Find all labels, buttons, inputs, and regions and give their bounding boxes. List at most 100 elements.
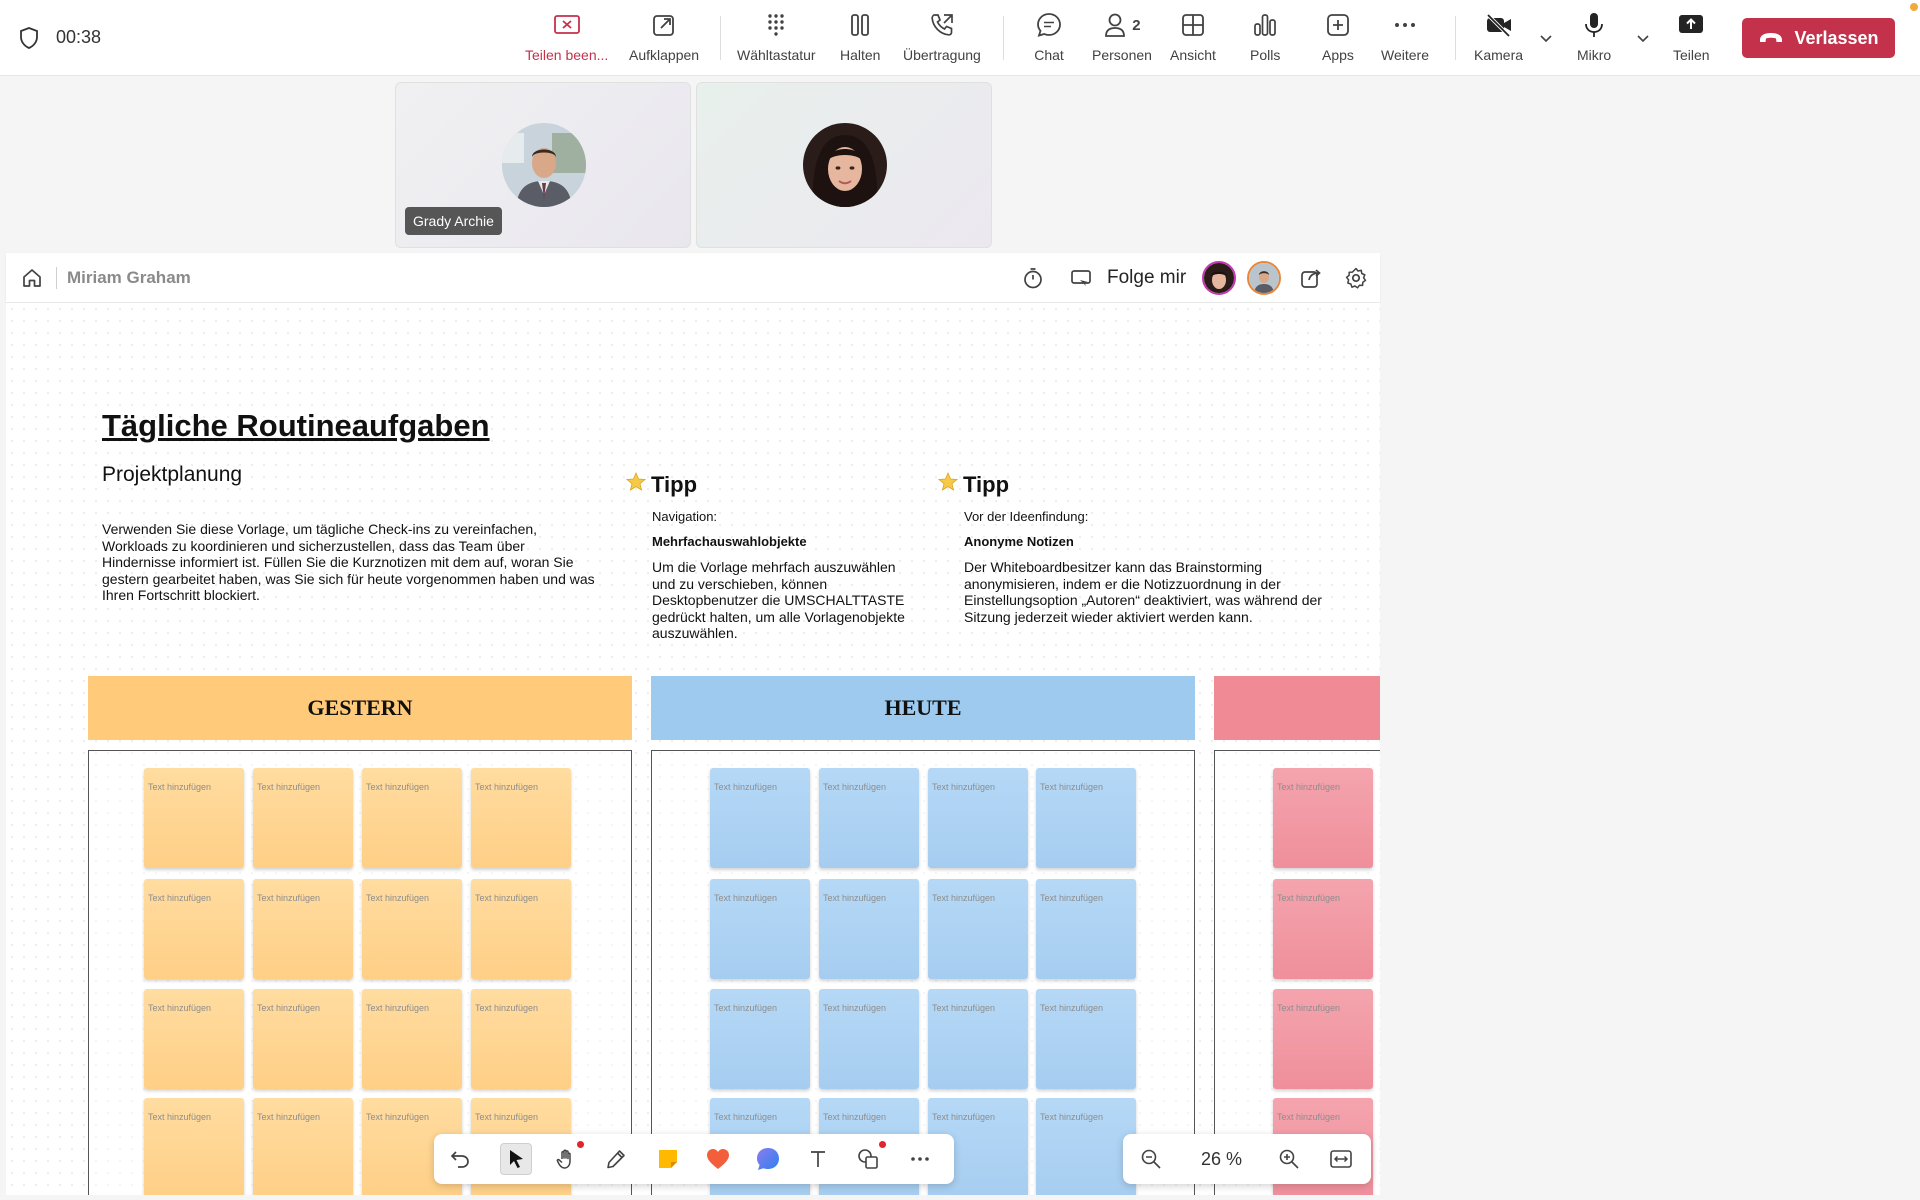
pen-tool[interactable] — [600, 1143, 632, 1175]
zoom-in-button[interactable] — [1273, 1143, 1305, 1175]
leave-call-button[interactable]: Verlassen — [1742, 18, 1895, 58]
more-tools-button[interactable] — [904, 1143, 936, 1175]
zoom-in-icon — [1279, 1149, 1299, 1169]
sticky-note[interactable]: Text hinzufügen — [362, 768, 462, 868]
sticky-note[interactable]: Text hinzufügen — [362, 879, 462, 979]
more-button[interactable]: Weitere — [1381, 10, 1429, 70]
mic-label: Mikro — [1577, 47, 1612, 63]
reaction-tool[interactable] — [702, 1143, 734, 1175]
view-button[interactable]: Ansicht — [1170, 10, 1216, 70]
chat-icon — [1034, 10, 1064, 40]
sticky-note[interactable]: Text hinzufügen — [1036, 879, 1136, 979]
follow-me-button[interactable]: Folge mir — [1107, 267, 1186, 289]
fit-to-screen-button[interactable] — [1325, 1143, 1357, 1175]
avatar[interactable] — [1247, 261, 1281, 295]
whiteboard-toolbar — [434, 1134, 954, 1184]
hang-up-icon — [1760, 33, 1783, 42]
hold-button[interactable]: Halten — [840, 10, 880, 70]
column-header-heute[interactable]: HEUTE — [651, 676, 1195, 740]
sticky-note[interactable]: Text hinzufügen — [144, 768, 244, 868]
sticky-note[interactable]: Text hinzufügen — [1273, 989, 1373, 1089]
leave-label: Verlassen — [1794, 27, 1879, 48]
notification-dot — [879, 1141, 886, 1148]
undo-button[interactable] — [444, 1143, 476, 1175]
present-icon[interactable] — [1069, 266, 1093, 290]
column-header-gestern[interactable]: GESTERN — [88, 676, 632, 740]
polls-button[interactable]: Polls — [1250, 10, 1280, 70]
popout-button[interactable]: Aufklappen — [629, 10, 699, 70]
toolbar-divider — [720, 16, 721, 60]
tip-box: Tipp Vor der Ideenfindung: Anonyme Notiz… — [937, 471, 1322, 625]
participant-tile[interactable] — [696, 82, 992, 248]
column-header-blocker[interactable] — [1214, 676, 1380, 740]
sticky-note[interactable]: Text hinzufügen — [819, 768, 919, 868]
dialpad-button[interactable]: Wähltastatur — [737, 10, 816, 70]
sticky-note[interactable]: Text hinzufügen — [471, 989, 571, 1089]
text-icon — [811, 1151, 825, 1167]
sticky-note[interactable]: Text hinzufügen — [710, 879, 810, 979]
participant-tile[interactable]: Grady Archie — [395, 82, 691, 248]
sticky-note[interactable]: Text hinzufügen — [253, 879, 353, 979]
sticky-note[interactable]: Text hinzufügen — [471, 768, 571, 868]
sticky-note[interactable]: Text hinzufügen — [253, 989, 353, 1089]
sticky-note[interactable]: Text hinzufügen — [253, 1098, 353, 1195]
popout-label: Aufklappen — [629, 47, 700, 63]
call-toolbar: 00:38 Teilen been... Aufklappen Wähltast… — [0, 0, 1920, 76]
people-button[interactable]: 2 Personen — [1092, 10, 1152, 70]
hand-tool[interactable] — [550, 1141, 584, 1175]
camera-button[interactable]: Kamera — [1474, 10, 1523, 70]
sticky-note[interactable]: Text hinzufügen — [1036, 989, 1136, 1089]
home-icon[interactable] — [20, 266, 44, 290]
mic-button[interactable]: Mikro — [1577, 10, 1611, 70]
text-tool[interactable] — [802, 1143, 834, 1175]
sticky-note[interactable]: Text hinzufügen — [928, 879, 1028, 979]
gear-icon[interactable] — [1344, 266, 1368, 290]
sticky-note[interactable]: Text hinzufügen — [1036, 768, 1136, 868]
zoom-out-button[interactable] — [1135, 1143, 1167, 1175]
stop-share-button[interactable]: Teilen been... — [525, 10, 608, 70]
more-icon — [1390, 10, 1420, 40]
dialpad-label: Wähltastatur — [737, 47, 816, 63]
sticky-note[interactable]: Text hinzufügen — [1273, 879, 1373, 979]
sticky-note-tool[interactable] — [652, 1143, 684, 1175]
sticky-note[interactable]: Text hinzufügen — [362, 989, 462, 1089]
transfer-button[interactable]: Übertragung — [903, 10, 981, 70]
zoom-controls: 26 % — [1123, 1134, 1371, 1184]
sticky-note[interactable]: Text hinzufügen — [819, 879, 919, 979]
sticky-note[interactable]: Text hinzufügen — [144, 879, 244, 979]
dialpad-icon — [761, 10, 791, 40]
fit-screen-icon — [1330, 1150, 1352, 1168]
share-icon[interactable] — [1299, 266, 1323, 290]
sticky-note[interactable]: Text hinzufügen — [471, 879, 571, 979]
whiteboard-canvas[interactable]: Tägliche Routineaufgaben Projektplanung … — [6, 303, 1380, 1195]
chevron-down-icon[interactable] — [1635, 30, 1651, 46]
sticky-note[interactable]: Text hinzufügen — [928, 768, 1028, 868]
sticky-note[interactable]: Text hinzufügen — [710, 768, 810, 868]
chat-button[interactable]: Chat — [1034, 10, 1064, 70]
avatar[interactable] — [1202, 261, 1236, 295]
sticky-note[interactable]: Text hinzufügen — [710, 989, 810, 1089]
shapes-tool[interactable] — [852, 1141, 886, 1175]
timer-icon[interactable] — [1021, 266, 1045, 290]
share-label: Teilen — [1673, 47, 1710, 63]
select-tool[interactable] — [500, 1143, 532, 1175]
pause-icon — [845, 10, 875, 40]
sticky-note[interactable]: Text hinzufügen — [144, 989, 244, 1089]
avatar — [502, 123, 586, 207]
chevron-down-icon[interactable] — [1538, 30, 1554, 46]
hand-icon — [556, 1149, 571, 1169]
share-button[interactable]: Teilen — [1673, 10, 1710, 70]
sticky-note[interactable]: Text hinzufügen — [1273, 768, 1373, 868]
sticky-note[interactable]: Text hinzufügen — [928, 989, 1028, 1089]
sticky-note[interactable]: Text hinzufügen — [144, 1098, 244, 1195]
sticky-note[interactable]: Text hinzufügen — [819, 989, 919, 1089]
apps-button[interactable]: Apps — [1322, 10, 1354, 70]
people-label: Personen — [1092, 47, 1152, 63]
sticky-note[interactable]: Text hinzufügen — [253, 768, 353, 868]
share-screen-icon — [1676, 10, 1706, 40]
comment-tool[interactable] — [752, 1143, 784, 1175]
apps-label: Apps — [1322, 47, 1354, 63]
sticky-note[interactable]: Text hinzufügen — [1036, 1098, 1136, 1195]
people-icon: 2 — [1099, 10, 1145, 40]
stop-share-label: Teilen been... — [525, 47, 609, 63]
